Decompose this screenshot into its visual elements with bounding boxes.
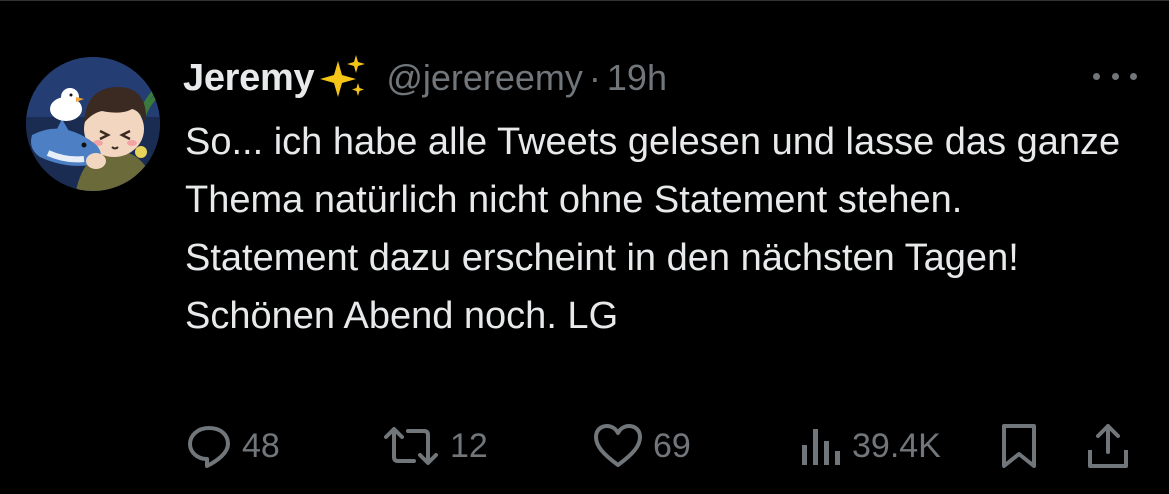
more-options-button[interactable]: [1093, 64, 1137, 88]
sparkles-icon: [318, 53, 368, 103]
display-name[interactable]: Jeremy: [183, 57, 315, 100]
timestamp[interactable]: 19h: [607, 57, 667, 99]
more-horizontal-icon: [1130, 72, 1137, 80]
reply-button[interactable]: 48: [186, 418, 280, 474]
reply-count: 48: [242, 426, 280, 465]
tweet-header: Jeremy @jerereemy · 19h: [183, 50, 667, 106]
like-count: 69: [653, 426, 691, 465]
view-count: 39.4K: [852, 426, 941, 465]
separator-dot: ·: [588, 57, 601, 98]
more-horizontal-icon: [1111, 72, 1119, 80]
retweet-count: 12: [450, 426, 488, 465]
share-button[interactable]: [1086, 418, 1130, 474]
more-horizontal-icon: [1093, 72, 1100, 80]
share-icon: [1088, 424, 1128, 468]
analytics-icon: [802, 429, 840, 465]
tweet-paragraph: So... ich habe alle Tweets gelesen und l…: [185, 121, 1121, 221]
action-bar: 48 12 69 39.4K: [186, 418, 1136, 474]
heart-icon: [594, 424, 642, 467]
reply-icon: [188, 426, 230, 468]
tweet-card[interactable]: Jeremy @jerereemy · 19h So... ich habe a…: [0, 0, 1169, 494]
author-handle[interactable]: @jerereemy: [386, 57, 583, 99]
like-button[interactable]: 69: [593, 418, 691, 474]
bookmark-button[interactable]: [999, 418, 1039, 474]
bookmark-icon: [1002, 424, 1036, 468]
divider: [0, 0, 1169, 1]
views-button[interactable]: 39.4K: [798, 418, 941, 474]
tweet-paragraph: Statement dazu erscheint in den nächsten…: [185, 237, 1019, 337]
tweet-text: So... ich habe alle Tweets gelesen und l…: [185, 113, 1155, 345]
avatar[interactable]: [26, 57, 160, 191]
retweet-icon: [384, 427, 438, 465]
retweet-button[interactable]: 12: [382, 418, 488, 474]
